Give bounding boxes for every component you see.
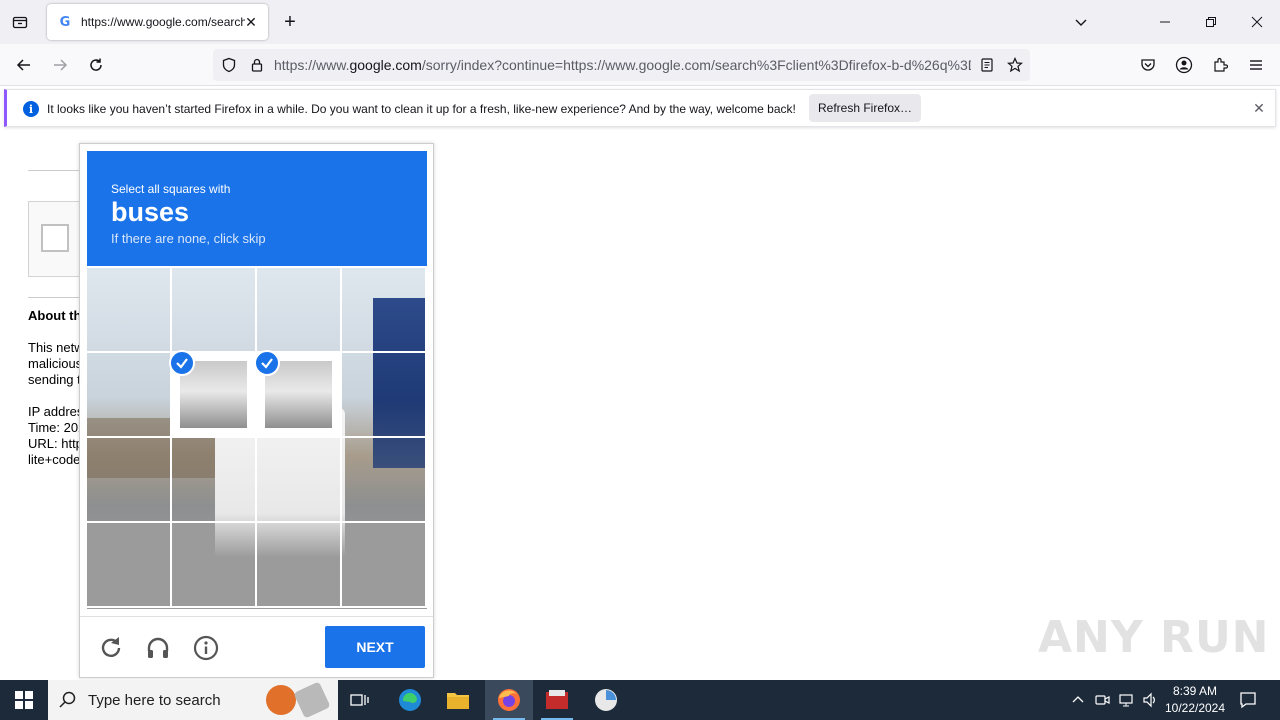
back-arrow-icon[interactable] (10, 51, 38, 79)
headphones-icon[interactable] (142, 632, 174, 664)
captcha-tile[interactable] (342, 268, 427, 353)
google-favicon-icon: G (59, 14, 71, 30)
navigation-bar: https://www.google.com/sorry/index?conti… (0, 44, 1280, 86)
captcha-tile[interactable] (87, 268, 172, 353)
captcha-tile[interactable] (342, 353, 427, 438)
volume-icon[interactable] (1140, 690, 1160, 710)
url-path: /sorry/index?continue=https://www.google… (421, 57, 971, 73)
recaptcha-challenge: Select all squares with buses If there a… (79, 143, 434, 678)
minimize-button[interactable] (1150, 8, 1180, 36)
challenge-header: Select all squares with buses If there a… (87, 151, 427, 266)
menu-icon[interactable] (1242, 51, 1270, 79)
paragraph-line: sending t (28, 372, 80, 387)
browser-tab[interactable]: G https://www.google.com/search ✕ (47, 4, 268, 40)
captcha-tile[interactable] (257, 268, 342, 353)
watermark: ANY RUN (1038, 612, 1270, 663)
recaptcha-checkbox[interactable] (41, 224, 69, 252)
captcha-tile[interactable] (87, 523, 172, 608)
captcha-tile[interactable] (172, 268, 257, 353)
taskbar: Type here to search 8:39 AM 10/22/2024 (0, 680, 1280, 720)
reader-view-icon[interactable] (973, 51, 1001, 79)
close-icon[interactable]: ✕ (1250, 99, 1268, 117)
basketball-icon (266, 685, 296, 715)
captcha-tile[interactable] (257, 523, 342, 608)
bookmark-star-icon[interactable] (1001, 51, 1029, 79)
info-paragraph: This netw malicious sending t (28, 340, 80, 388)
image-grid (87, 268, 427, 609)
info-icon[interactable] (190, 632, 222, 664)
url-prefix: https://www. (274, 57, 350, 73)
paragraph-line: Time: 202 (28, 420, 80, 435)
lock-icon[interactable] (243, 51, 271, 79)
new-tab-button[interactable]: + (278, 10, 302, 34)
edge-icon[interactable] (386, 680, 434, 720)
clock-time: 8:39 AM (1172, 684, 1218, 698)
shield-icon[interactable] (215, 51, 243, 79)
paragraph-line: IP addres (28, 404, 80, 419)
checkmark-icon (254, 350, 280, 376)
windows-start-icon[interactable] (0, 680, 48, 720)
refresh-firefox-button[interactable]: Refresh Firefox… (809, 94, 921, 122)
challenge-target: buses (111, 197, 190, 227)
app-icon[interactable] (533, 680, 581, 720)
reload-icon[interactable] (82, 51, 110, 79)
tab-strip: G https://www.google.com/search ✕ + (0, 0, 1280, 44)
captcha-tile[interactable] (254, 350, 342, 438)
chevron-down-icon[interactable] (1068, 10, 1094, 34)
challenge-instruction: Select all squares with (111, 182, 231, 196)
captcha-tile[interactable] (342, 438, 427, 523)
url-bar[interactable]: https://www.google.com/sorry/index?conti… (213, 49, 1030, 81)
captcha-tile[interactable] (172, 523, 257, 608)
request-details: IP addres Time: 202 URL: http lite+code (28, 404, 80, 468)
paragraph-line: URL: http (28, 436, 80, 451)
refresh-notification-bar: i It looks like you haven’t started Fire… (4, 89, 1276, 127)
notification-center-icon[interactable] (1236, 688, 1260, 712)
tab-list-icon[interactable] (6, 8, 34, 36)
clock-app-icon[interactable] (582, 680, 630, 720)
whistle-icon (293, 681, 331, 719)
url-host: google.com (349, 57, 422, 73)
extensions-icon[interactable] (1206, 51, 1234, 79)
next-button[interactable]: NEXT (325, 626, 425, 668)
challenge-hint: If there are none, click skip (111, 231, 266, 246)
paragraph-line: This netw (28, 340, 80, 355)
close-tab-icon[interactable]: ✕ (242, 13, 260, 31)
file-explorer-icon[interactable] (434, 680, 482, 720)
forward-arrow-icon[interactable] (46, 51, 74, 79)
pocket-icon[interactable] (1134, 51, 1162, 79)
search-placeholder: Type here to search (88, 692, 221, 709)
notification-text: It looks like you haven’t started Firefo… (47, 102, 796, 116)
info-icon: i (23, 101, 39, 117)
paragraph-line: lite+code (28, 452, 80, 467)
network-icon[interactable] (1116, 690, 1136, 710)
task-view-icon[interactable] (336, 680, 384, 720)
search-icon (58, 690, 78, 710)
captcha-tile[interactable] (342, 523, 427, 608)
firefox-icon[interactable] (485, 680, 533, 720)
checkmark-icon (169, 350, 195, 376)
divider (80, 616, 433, 617)
captcha-tile[interactable] (172, 438, 257, 523)
system-clock[interactable]: 8:39 AM 10/22/2024 (1160, 683, 1230, 717)
chevron-up-icon[interactable] (1068, 690, 1088, 710)
restore-button[interactable] (1196, 8, 1226, 36)
meet-now-icon[interactable] (1092, 690, 1112, 710)
reload-challenge-icon[interactable] (95, 632, 127, 664)
paragraph-line: malicious (28, 356, 80, 371)
tab-title: https://www.google.com/search (81, 15, 245, 29)
clock-date: 10/22/2024 (1164, 701, 1226, 715)
taskbar-search[interactable]: Type here to search (48, 680, 338, 720)
close-window-button[interactable] (1242, 8, 1272, 36)
captcha-tile[interactable] (169, 350, 257, 438)
captcha-tile[interactable] (87, 438, 172, 523)
captcha-tile[interactable] (87, 353, 172, 438)
url-text[interactable]: https://www.google.com/sorry/index?conti… (274, 57, 971, 73)
captcha-tile[interactable] (257, 438, 342, 523)
account-icon[interactable] (1170, 51, 1198, 79)
about-heading: About th (28, 308, 80, 323)
